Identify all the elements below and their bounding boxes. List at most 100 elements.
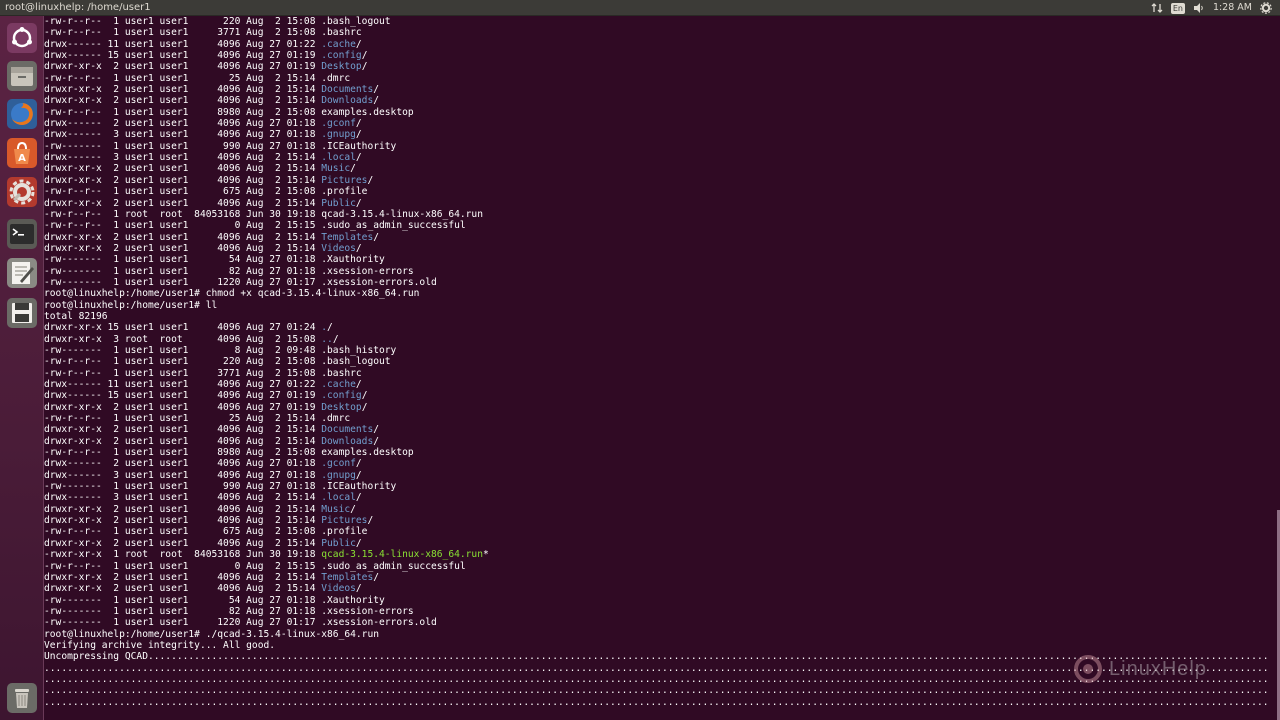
settings-icon (6, 176, 37, 207)
terminal-line: -rw-r--r-- 1 user1 user1 675 Aug 2 15:08… (44, 186, 1268, 197)
terminal-line: drwx------ 15 user1 user1 4096 Aug 27 01… (44, 390, 1268, 401)
terminal-line: -rw-r--r-- 1 user1 user1 220 Aug 2 15:08… (44, 16, 1268, 27)
terminal-text: .cache (321, 38, 356, 50)
terminal-text: drwxr-xr-x 2 user1 user1 4096 Aug 2 15:1… (44, 95, 322, 107)
launcher-item-settings[interactable] (4, 174, 39, 209)
terminal-text: drwx------ 15 user1 user1 4096 Aug 27 01… (44, 390, 322, 402)
terminal-line: drwxr-xr-x 2 user1 user1 4096 Aug 2 15:1… (44, 232, 1268, 243)
terminal-text: drwxr-xr-x 2 user1 user1 4096 Aug 2 15:1… (44, 435, 322, 447)
terminal-text: -rwxr-xr-x 1 root root 84053168 Jun 30 1… (44, 549, 322, 561)
terminal-line: drwx------ 3 user1 user1 4096 Aug 2 15:1… (44, 152, 1268, 163)
terminal-text: -rw------- 1 user1 user1 1220 Aug 27 01:… (44, 617, 437, 629)
files-icon (6, 60, 37, 91)
top-panel: root@linuxhelp: /home/user1 En 1:28 AM (0, 0, 1280, 16)
terminal-line: drwxr-xr-x 2 user1 user1 4096 Aug 2 15:1… (44, 175, 1268, 186)
launcher-item-software-center[interactable]: A (4, 135, 39, 170)
terminal-line: drwxr-xr-x 3 root root 4096 Aug 2 15:08 … (44, 334, 1268, 345)
terminal-line: drwx------ 2 user1 user1 4096 Aug 27 01:… (44, 118, 1268, 129)
terminal-text: / (350, 163, 356, 175)
terminal-text: .gconf (321, 458, 356, 470)
terminal-line: drwxr-xr-x 2 user1 user1 4096 Aug 2 15:1… (44, 436, 1268, 447)
terminal-text: .gnupg (321, 469, 356, 481)
clock[interactable]: 1:28 AM (1213, 0, 1252, 16)
launcher: A (0, 16, 44, 720)
launcher-item-save[interactable] (4, 295, 39, 330)
terminal-line: -rw-r--r-- 1 root root 84053168 Jun 30 1… (44, 209, 1268, 220)
terminal-text: / (355, 197, 362, 209)
terminal-text: -rw-r--r-- 1 root root 84053168 Jun 30 1… (44, 208, 483, 220)
terminal-text: drwx------ 3 user1 user1 4096 Aug 27 01:… (44, 129, 322, 141)
terminal-line: drwxr-xr-x 15 user1 user1 4096 Aug 27 01… (44, 322, 1268, 333)
terminal-text: Public (321, 197, 356, 209)
terminal-text: * (482, 549, 489, 561)
terminal-text: Documents (321, 424, 374, 436)
terminal-text: / (355, 458, 362, 470)
system-tray: En 1:28 AM (1151, 0, 1280, 16)
terminal-line: drwxr-xr-x 2 user1 user1 4096 Aug 2 15:1… (44, 538, 1268, 549)
terminal-line: -rw-r--r-- 1 user1 user1 3771 Aug 2 15:0… (44, 368, 1268, 379)
terminal-text: Videos (321, 242, 356, 254)
terminal-text: / (361, 390, 368, 402)
terminal-text: / (373, 84, 380, 96)
terminal-text: root@linuxhelp:/home/user1# ll (44, 299, 218, 311)
terminal-text: Verifying archive integrity... All good. (44, 639, 276, 651)
launcher-item-text-editor[interactable] (4, 255, 39, 290)
terminal-text: -rw-r--r-- 1 user1 user1 675 Aug 2 15:08… (44, 526, 368, 538)
terminal-text: -rw------- 1 user1 user1 1220 Aug 27 01:… (44, 276, 437, 288)
volume-icon[interactable] (1193, 0, 1205, 16)
terminal-text: -rw-r--r-- 1 user1 user1 0 Aug 2 15:15 .… (44, 220, 466, 232)
firefox-icon (6, 98, 37, 129)
terminal-line: -rw-r--r-- 1 user1 user1 8980 Aug 2 15:0… (44, 447, 1268, 458)
terminal-text: / (355, 492, 362, 504)
terminal-line: drwx------ 3 user1 user1 4096 Aug 27 01:… (44, 470, 1268, 481)
terminal-text: ........................................… (44, 696, 1268, 708)
terminal-text: root@linuxhelp:/home/user1# ./qcad-3.15.… (44, 628, 380, 640)
terminal-text: drwxr-xr-x 2 user1 user1 4096 Aug 2 15:1… (44, 84, 322, 96)
terminal-text: drwx------ 2 user1 user1 4096 Aug 27 01:… (44, 118, 322, 130)
terminal-text: / (332, 333, 339, 345)
terminal-text: .gnupg (321, 129, 356, 141)
window-title: root@linuxhelp: /home/user1 (5, 2, 151, 13)
terminal-line: drwxr-xr-x 2 user1 user1 4096 Aug 2 15:1… (44, 504, 1268, 515)
dash-icon (6, 22, 37, 53)
launcher-item-firefox[interactable] (4, 96, 39, 131)
terminal-text: root@linuxhelp:/home/user1# chmod +x qca… (44, 288, 420, 300)
keyboard-layout-indicator[interactable]: En (1170, 0, 1185, 16)
launcher-item-dash[interactable] (4, 20, 39, 55)
launcher-item-files[interactable] (4, 58, 39, 93)
terminal-line: -rw-r--r-- 1 user1 user1 0 Aug 2 15:15 .… (44, 220, 1268, 231)
terminal-text: Templates (321, 571, 374, 583)
terminal-text: drwx------ 2 user1 user1 4096 Aug 27 01:… (44, 458, 322, 470)
launcher-item-terminal[interactable] (4, 216, 39, 251)
terminal-text: drwxr-xr-x 2 user1 user1 4096 Aug 2 15:1… (44, 571, 322, 583)
terminal-line: drwxr-xr-x 2 user1 user1 4096 Aug 2 15:1… (44, 198, 1268, 209)
terminal-line: -rw------- 1 user1 user1 1220 Aug 27 01:… (44, 617, 1268, 628)
software-center-icon: A (6, 137, 37, 168)
terminal-line: -rw-r--r-- 1 user1 user1 675 Aug 2 15:08… (44, 526, 1268, 537)
terminal-line: root@linuxhelp:/home/user1# ./qcad-3.15.… (44, 629, 1268, 640)
terminal-line: -rw------- 1 user1 user1 54 Aug 27 01:18… (44, 595, 1268, 606)
terminal-text: / (355, 242, 362, 254)
terminal-line: root@linuxhelp:/home/user1# chmod +x qca… (44, 288, 1268, 299)
terminal-text: / (373, 95, 380, 107)
network-icon[interactable] (1151, 0, 1163, 16)
terminal-text: drwxr-xr-x 2 user1 user1 4096 Aug 2 15:1… (44, 174, 322, 186)
terminal-text: drwx------ 3 user1 user1 4096 Aug 2 15:1… (44, 492, 322, 504)
terminal-text: .. (321, 333, 333, 345)
terminal-line: drwx------ 2 user1 user1 4096 Aug 27 01:… (44, 458, 1268, 469)
launcher-item-trash[interactable] (4, 680, 39, 715)
terminal-text: -rw-r--r-- 1 user1 user1 25 Aug 2 15:14 … (44, 413, 351, 425)
terminal-line: -rw------- 1 user1 user1 990 Aug 27 01:1… (44, 141, 1268, 152)
gear-icon[interactable] (1260, 0, 1272, 16)
terminal-icon (6, 218, 37, 249)
terminal-line: drwx------ 11 user1 user1 4096 Aug 27 01… (44, 379, 1268, 390)
terminal-text: Templates (321, 231, 374, 243)
terminal-text: -rw------- 1 user1 user1 54 Aug 27 01:18… (44, 594, 385, 606)
terminal-text: drwxr-xr-x 2 user1 user1 4096 Aug 2 15:1… (44, 583, 322, 595)
terminal-text: / (355, 379, 362, 390)
terminal-line: drwxr-xr-x 2 user1 user1 4096 Aug 2 15:1… (44, 95, 1268, 106)
terminal-output[interactable]: -rw-r--r-- 1 user1 user1 220 Aug 2 15:08… (44, 16, 1268, 720)
terminal-text: / (361, 401, 368, 413)
terminal-text: -rw-r--r-- 1 user1 user1 3771 Aug 2 15:0… (44, 367, 362, 379)
terminal-text: -rw-r--r-- 1 user1 user1 220 Aug 2 15:08… (44, 356, 391, 368)
